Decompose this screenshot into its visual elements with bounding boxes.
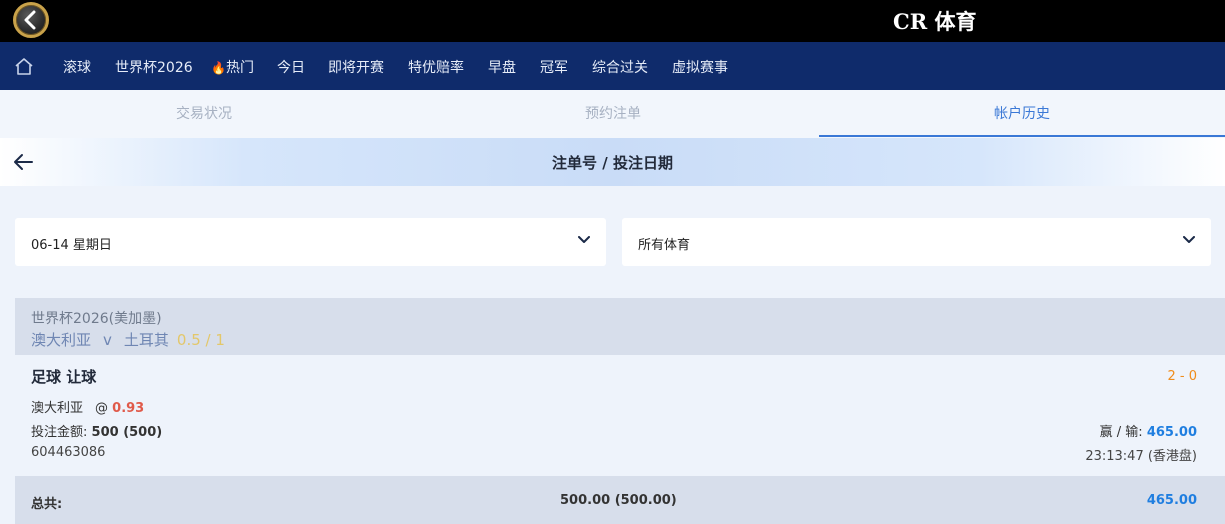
totals-label: 总共: — [31, 497, 63, 512]
stake-label: 投注金额: — [31, 425, 88, 440]
nav-item-early[interactable]: 早盘 — [488, 57, 516, 77]
match-line: 澳大利亚 v 土耳其 0.5 / 1 — [31, 329, 225, 350]
chevron-down-icon — [578, 236, 590, 243]
away-team: 土耳其 — [123, 331, 169, 349]
winloss-value: 465.00 — [1146, 425, 1197, 440]
bet-type: 足球 让球 — [31, 368, 97, 386]
chevron-left-icon — [24, 10, 36, 30]
totals-stake: 500.00 (500.00) — [560, 493, 677, 508]
vs-label: v — [103, 331, 112, 349]
nav-item-live[interactable]: 滚球 — [63, 57, 91, 77]
nav-item-upcoming[interactable]: 即将开赛 — [328, 57, 384, 77]
sub-header: 注单号 / 投注日期 — [0, 138, 1225, 186]
totals-winloss: 465.00 — [1146, 493, 1197, 508]
home-icon[interactable] — [14, 57, 34, 75]
at-symbol: @ — [95, 401, 109, 416]
active-tab-indicator — [819, 135, 1225, 137]
bet-card-body: 足球 让球 2 - 0 澳大利亚 @ 0.93 投注金额: 500 (500) 赢… — [15, 355, 1225, 476]
winloss-line: 赢 / 输: 465.00 — [1100, 421, 1197, 440]
bet-id: 604463086 — [31, 445, 106, 460]
page-title: 注单号 / 投注日期 — [552, 154, 673, 172]
top-bar: CR 体育 — [0, 0, 1225, 42]
sport-select[interactable]: 所有体育 — [622, 218, 1211, 266]
nav-item-outright[interactable]: 冠军 — [540, 57, 568, 77]
flame-icon: 🔥 — [211, 61, 226, 75]
nav-item-virtual[interactable]: 虚拟赛事 — [672, 57, 728, 77]
league-name: 世界杯2026(美加墨) — [31, 311, 162, 327]
selection-line: 澳大利亚 @ 0.93 — [31, 397, 144, 416]
selection-team: 澳大利亚 — [31, 401, 84, 416]
nav-item-parlay[interactable]: 综合过关 — [592, 57, 648, 77]
tab-account-history[interactable]: 帐户历史 — [819, 90, 1225, 138]
nav-item-hot-label: 热门 — [225, 60, 254, 76]
nav-item-best-odds[interactable]: 特优赔率 — [408, 57, 464, 77]
chevron-down-icon — [1183, 236, 1195, 243]
odds-value: 0.93 — [112, 401, 145, 416]
nav-item-today[interactable]: 今日 — [277, 57, 305, 77]
home-team: 澳大利亚 — [31, 331, 92, 349]
nav-item-worldcup[interactable]: 世界杯2026 — [115, 57, 193, 77]
stake-line: 投注金额: 500 (500) — [31, 421, 162, 440]
tab-transactions[interactable]: 交易状况 — [0, 90, 408, 138]
brand-title: CR 体育 — [893, 9, 977, 34]
stake-value: 500 (500) — [91, 425, 163, 440]
match-score: 2 - 0 — [1167, 369, 1198, 384]
date-select-value: 06-14 星期日 — [31, 238, 112, 253]
bet-card-header: 世界杯2026(美加墨) 澳大利亚 v 土耳其 0.5 / 1 — [15, 298, 1225, 355]
winloss-label: 赢 / 输: — [1099, 425, 1143, 440]
tab-reserved-bets[interactable]: 预约注单 — [409, 90, 817, 138]
tab-bar: 交易状况 预约注单 帐户历史 — [0, 90, 1225, 138]
totals-row: 总共: 500.00 (500.00) 465.00 — [15, 476, 1225, 524]
sport-select-value: 所有体育 — [638, 238, 691, 253]
bet-time: 23:13:47 (香港盘) — [1085, 449, 1197, 464]
back-button[interactable] — [13, 2, 49, 38]
date-select[interactable]: 06-14 星期日 — [15, 218, 606, 266]
nav-item-hot[interactable]: 🔥热门 — [211, 57, 254, 77]
main-nav: 滚球 世界杯2026 🔥热门 今日 即将开赛 特优赔率 早盘 冠军 综合过关 虚… — [0, 42, 1225, 90]
handicap-line: 0.5 / 1 — [176, 331, 225, 349]
